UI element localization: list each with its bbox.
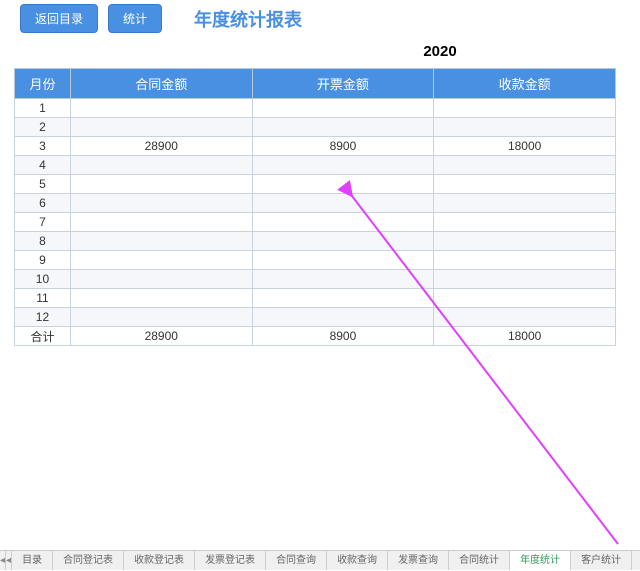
cell-total-invoice: 8900 (252, 327, 434, 346)
sheet-tab[interactable]: 发票登记表 (195, 551, 266, 570)
cell-contract[interactable] (70, 289, 252, 308)
cell-receipt[interactable] (434, 232, 616, 251)
annual-stats-table: 月份 合同金额 开票金额 收款金额 1232890089001800045678… (14, 68, 616, 346)
cell-receipt[interactable] (434, 308, 616, 327)
sheet-tab[interactable]: 合同登记表 (53, 551, 124, 570)
back-button[interactable]: 返回目录 (20, 4, 98, 33)
sheet-tab[interactable]: 发票查询 (388, 551, 449, 570)
table-row[interactable]: 5 (15, 175, 616, 194)
sheet-tab[interactable]: 合同统计 (449, 551, 510, 570)
table-row[interactable]: 8 (15, 232, 616, 251)
cell-receipt[interactable] (434, 99, 616, 118)
table-row[interactable]: 9 (15, 251, 616, 270)
cell-invoice[interactable] (252, 213, 434, 232)
cell-invoice[interactable]: 8900 (252, 137, 434, 156)
col-header-month: 月份 (15, 69, 71, 99)
cell-total-contract: 28900 (70, 327, 252, 346)
year-label: 2020 (380, 43, 500, 60)
cell-month[interactable]: 4 (15, 156, 71, 175)
cell-month[interactable]: 11 (15, 289, 71, 308)
cell-invoice[interactable] (252, 175, 434, 194)
cell-contract[interactable] (70, 232, 252, 251)
cell-receipt[interactable] (434, 251, 616, 270)
cell-contract[interactable] (70, 308, 252, 327)
cell-month[interactable]: 6 (15, 194, 71, 213)
table-row-total: 合计28900890018000 (15, 327, 616, 346)
cell-month[interactable]: 9 (15, 251, 71, 270)
cell-receipt[interactable] (434, 175, 616, 194)
table-row[interactable]: 7 (15, 213, 616, 232)
cell-total-label: 合计 (15, 327, 71, 346)
cell-contract[interactable] (70, 194, 252, 213)
cell-receipt[interactable] (434, 213, 616, 232)
cell-contract[interactable] (70, 270, 252, 289)
cell-contract[interactable] (70, 99, 252, 118)
cell-month[interactable]: 2 (15, 118, 71, 137)
sheet-tab[interactable]: 合同查询 (266, 551, 327, 570)
cell-invoice[interactable] (252, 251, 434, 270)
cell-invoice[interactable] (252, 308, 434, 327)
cell-receipt[interactable] (434, 118, 616, 137)
sheet-tabs: ◂ ◂ 目录合同登记表收款登记表发票登记表合同查询收款查询发票查询合同统计年度统… (0, 550, 640, 570)
stats-button[interactable]: 统计 (108, 4, 162, 33)
cell-receipt[interactable] (434, 270, 616, 289)
sheet-tab[interactable]: 收款查询 (327, 551, 388, 570)
col-header-contract: 合同金额 (70, 69, 252, 99)
cell-month[interactable]: 3 (15, 137, 71, 156)
sheet-tab[interactable]: 收款登记表 (124, 551, 195, 570)
table-row[interactable]: 10 (15, 270, 616, 289)
cell-receipt[interactable]: 18000 (434, 137, 616, 156)
cell-contract[interactable] (70, 175, 252, 194)
cell-month[interactable]: 10 (15, 270, 71, 289)
cell-total-receipt: 18000 (434, 327, 616, 346)
table-row[interactable]: 11 (15, 289, 616, 308)
col-header-invoice: 开票金额 (252, 69, 434, 99)
cell-contract[interactable] (70, 118, 252, 137)
table-row[interactable]: 4 (15, 156, 616, 175)
table-row[interactable]: 328900890018000 (15, 137, 616, 156)
cell-invoice[interactable] (252, 156, 434, 175)
table-row[interactable]: 1 (15, 99, 616, 118)
table-row[interactable]: 6 (15, 194, 616, 213)
cell-invoice[interactable] (252, 289, 434, 308)
cell-contract[interactable]: 28900 (70, 137, 252, 156)
table-row[interactable]: 2 (15, 118, 616, 137)
col-header-receipt: 收款金额 (434, 69, 616, 99)
cell-contract[interactable] (70, 251, 252, 270)
cell-invoice[interactable] (252, 270, 434, 289)
cell-month[interactable]: 7 (15, 213, 71, 232)
cell-contract[interactable] (70, 213, 252, 232)
cell-month[interactable]: 8 (15, 232, 71, 251)
sheet-tab[interactable]: 使用说明 (632, 551, 640, 570)
page-title: 年度统计报表 (194, 4, 302, 32)
cell-receipt[interactable] (434, 289, 616, 308)
table-row[interactable]: 12 (15, 308, 616, 327)
cell-receipt[interactable] (434, 194, 616, 213)
sheet-tab[interactable]: 目录 (12, 551, 53, 570)
cell-invoice[interactable] (252, 194, 434, 213)
sheet-tab[interactable]: 客户统计 (571, 551, 632, 570)
sheet-tab[interactable]: 年度统计 (510, 551, 571, 570)
cell-receipt[interactable] (434, 156, 616, 175)
cell-invoice[interactable] (252, 232, 434, 251)
cell-month[interactable]: 5 (15, 175, 71, 194)
cell-invoice[interactable] (252, 99, 434, 118)
cell-contract[interactable] (70, 156, 252, 175)
cell-invoice[interactable] (252, 118, 434, 137)
cell-month[interactable]: 12 (15, 308, 71, 327)
cell-month[interactable]: 1 (15, 99, 71, 118)
